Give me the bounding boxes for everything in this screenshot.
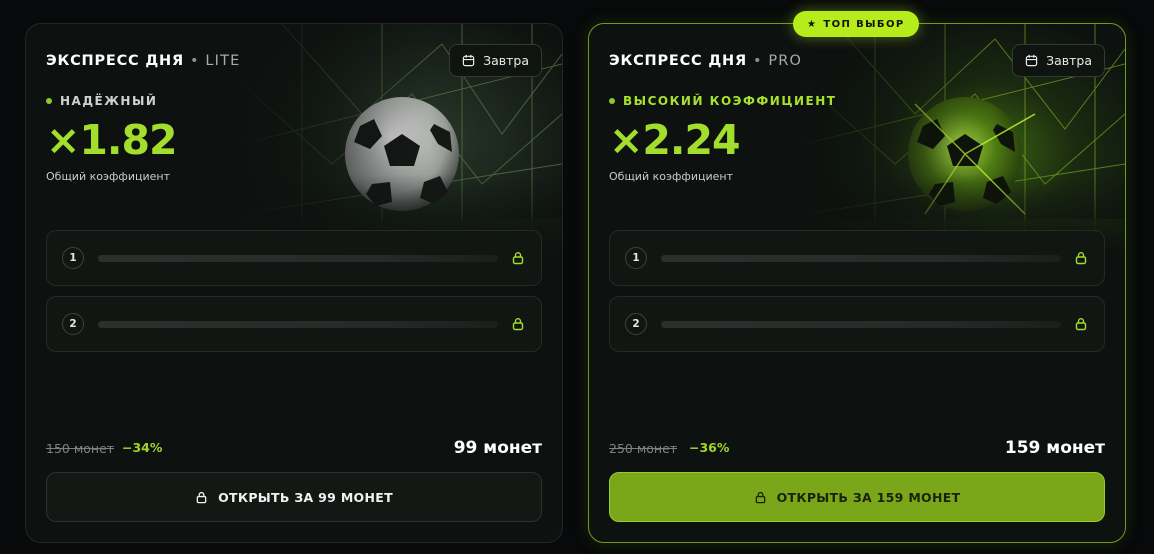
bet-row[interactable]: 2: [609, 296, 1105, 352]
status-dot: [609, 98, 615, 104]
coefficient-label: Общий коэффициент: [46, 170, 170, 183]
card-title-text: ЭКСПРЕСС ДНЯ: [46, 53, 184, 69]
unlock-button[interactable]: ОТКРЫТЬ ЗА 99 МОНЕТ: [46, 472, 542, 522]
lock-icon: [196, 491, 207, 503]
tier-label: PRO: [768, 53, 803, 69]
top-choice-label: ТОП ВЫБОР: [823, 18, 905, 30]
date-button[interactable]: Завтра: [449, 44, 542, 77]
lock-icon: [755, 491, 765, 503]
old-price: 150 монет: [46, 441, 115, 456]
hidden-bet-placeholder: [98, 320, 498, 328]
unlock-button[interactable]: ОТКРЫТЬ ЗА 159 МОНЕТ: [609, 472, 1105, 522]
bet-number: 2: [625, 313, 647, 335]
lock-icon: [512, 318, 524, 331]
discount-badge: −34%: [122, 440, 163, 455]
total-coefficient: ×2.24: [609, 116, 741, 164]
lock-icon: [1075, 252, 1087, 265]
price: 99 монет: [453, 438, 542, 458]
bet-row[interactable]: 1: [609, 230, 1105, 286]
status-dot: [46, 98, 52, 104]
date-button[interactable]: Завтра: [1012, 44, 1105, 77]
hidden-bet-placeholder: [661, 320, 1061, 328]
bet-number: 1: [62, 247, 84, 269]
total-coefficient: ×1.82: [46, 116, 178, 164]
star-icon: ★: [807, 18, 818, 30]
express-card-pro: ★ ТОП ВЫБОР ЭКСПРЕСС ДНЯ • PRO Завтра ВЫ…: [588, 11, 1126, 543]
lock-icon: [1075, 318, 1087, 331]
badge-text: НАДЁЖНЫЙ: [60, 94, 158, 108]
calendar-icon: [462, 54, 475, 67]
old-price: 250 монет: [609, 441, 678, 456]
reliability-badge: НАДЁЖНЫЙ: [46, 94, 157, 108]
discount-badge: −36%: [689, 440, 730, 455]
badge-text: ВЫСОКИЙ КОЭФФИЦИЕНТ: [623, 94, 837, 108]
bet-number: 2: [62, 313, 84, 335]
lock-icon: [512, 252, 524, 265]
express-card-lite: ЭКСПРЕСС ДНЯ • LITE Завтра НАДЁЖНЫЙ ×1.82 …: [25, 23, 563, 543]
tier-label: LITE: [205, 53, 241, 69]
card-title: ЭКСПРЕСС ДНЯ • PRO: [609, 53, 803, 69]
price: 159 монет: [1004, 438, 1105, 458]
coefficient-label: Общий коэффициент: [609, 170, 733, 183]
bet-number: 1: [625, 247, 647, 269]
bet-row[interactable]: 1: [46, 230, 542, 286]
hidden-bet-placeholder: [661, 254, 1061, 262]
hidden-bet-placeholder: [98, 254, 498, 262]
card-title-text: ЭКСПРЕСС ДНЯ: [609, 53, 747, 69]
card-title: ЭКСПРЕСС ДНЯ • LITE: [46, 53, 241, 69]
high-coefficient-badge: ВЫСОКИЙ КОЭФФИЦИЕНТ: [609, 94, 836, 108]
unlock-button-label: ОТКРЫТЬ ЗА 99 МОНЕТ: [218, 489, 393, 505]
unlock-button-label: ОТКРЫТЬ ЗА 159 МОНЕТ: [776, 489, 961, 505]
date-label: Завтра: [1046, 53, 1092, 68]
bet-row[interactable]: 2: [46, 296, 542, 352]
top-choice-badge: ★ ТОП ВЫБОР: [793, 11, 919, 37]
date-label: Завтра: [483, 53, 529, 68]
calendar-icon: [1025, 54, 1038, 67]
